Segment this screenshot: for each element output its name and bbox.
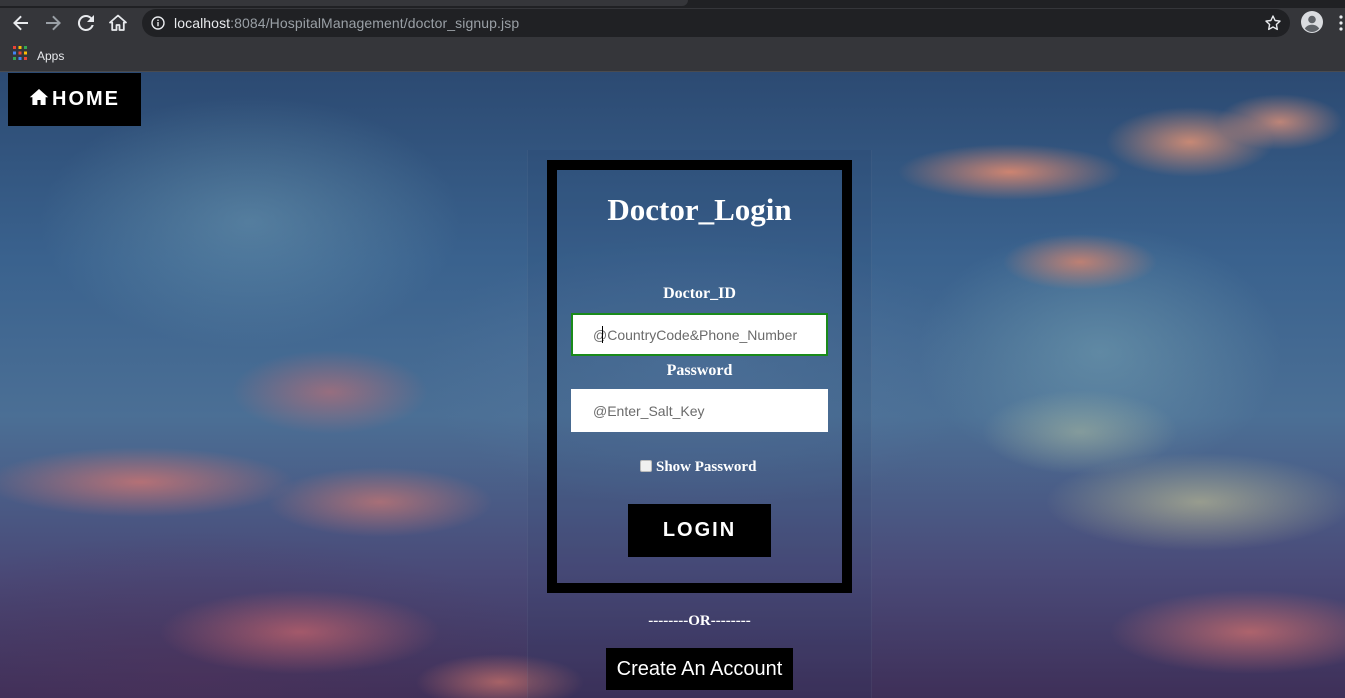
bookmarks-bar: Apps (0, 38, 1345, 72)
apps-label: Apps (37, 48, 65, 63)
show-password-checkbox[interactable] (640, 459, 652, 472)
home-button-label: HOME (52, 88, 120, 110)
url-path: :8084/HospitalManagement/doctor_signup.j… (230, 15, 520, 31)
home-icon (29, 88, 49, 111)
info-icon[interactable] (151, 16, 165, 30)
profile-icon[interactable] (1301, 11, 1323, 33)
home-button[interactable]: HOME (8, 73, 141, 126)
forward-arrow-icon[interactable] (40, 10, 66, 36)
reload-icon[interactable] (73, 10, 99, 36)
address-bar[interactable]: localhost:8084/HospitalManagement/doctor… (142, 9, 1290, 37)
create-account-button[interactable]: Create An Account (606, 648, 793, 690)
tab-strip (0, 0, 1345, 8)
browser-toolbar: localhost:8084/HospitalManagement/doctor… (0, 8, 1345, 38)
login-title: Doctor_Login (607, 192, 792, 227)
star-icon[interactable] (1264, 14, 1282, 32)
doctor-id-label: Doctor_ID (663, 285, 736, 302)
apps-bookmark[interactable]: Apps (13, 46, 64, 65)
doctor-id-input[interactable] (571, 313, 828, 356)
menu-dots-icon[interactable] (1338, 15, 1344, 31)
url-host: localhost (174, 15, 231, 31)
url-text: localhost:8084/HospitalManagement/doctor… (174, 15, 519, 31)
login-form: Doctor_Login Doctor_ID Password Show Pas… (547, 160, 852, 593)
apps-grid-icon (13, 46, 27, 65)
active-tab[interactable] (0, 0, 688, 6)
login-button[interactable]: LOGIN (628, 504, 771, 557)
text-caret (602, 326, 603, 343)
show-password-label: Show Password (656, 459, 757, 475)
password-input[interactable] (571, 389, 828, 432)
password-label: Password (666, 362, 733, 379)
back-arrow-icon[interactable] (8, 10, 34, 36)
or-separator: --------OR-------- (648, 613, 751, 629)
show-password-toggle[interactable]: Show Password (640, 459, 756, 476)
page-viewport: HOME Doctor_Login Doctor_ID Password Sho… (0, 72, 1345, 698)
home-icon[interactable] (105, 10, 131, 36)
